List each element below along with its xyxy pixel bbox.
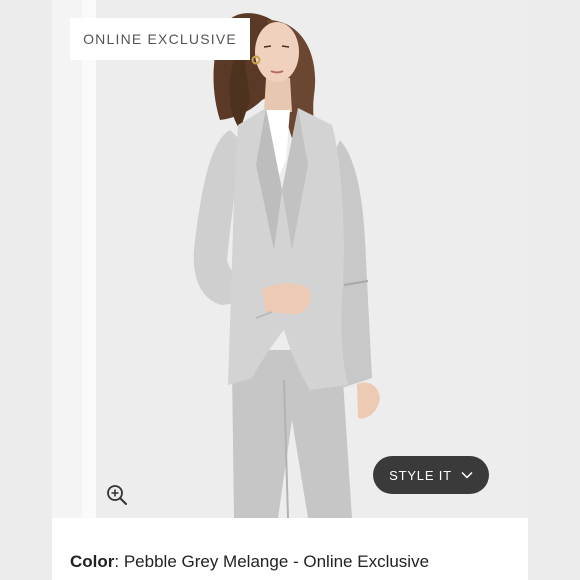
online-exclusive-badge: ONLINE EXCLUSIVE: [70, 18, 250, 60]
gallery-right-edge: [528, 0, 580, 580]
badge-label: ONLINE EXCLUSIVE: [83, 31, 237, 47]
style-it-button[interactable]: STYLE IT: [373, 456, 489, 494]
product-color-line: Color: Pebble Grey Melange - Online Excl…: [70, 552, 429, 572]
zoom-in-icon[interactable]: [106, 484, 128, 506]
product-info: Color: Pebble Grey Melange - Online Excl…: [52, 518, 528, 580]
chevron-down-icon: [461, 471, 473, 479]
product-image[interactable]: ONLINE EXCLUSIVE STYLE IT: [52, 0, 528, 518]
model-photo: [193, 13, 380, 518]
color-label: Color: [70, 552, 115, 571]
style-it-label: STYLE IT: [389, 467, 452, 483]
product-gallery-frame: ONLINE EXCLUSIVE STYLE IT Color: Pebble …: [0, 0, 580, 580]
color-value: : Pebble Grey Melange - Online Exclusive: [114, 552, 430, 571]
gallery-left-edge: [0, 0, 52, 580]
